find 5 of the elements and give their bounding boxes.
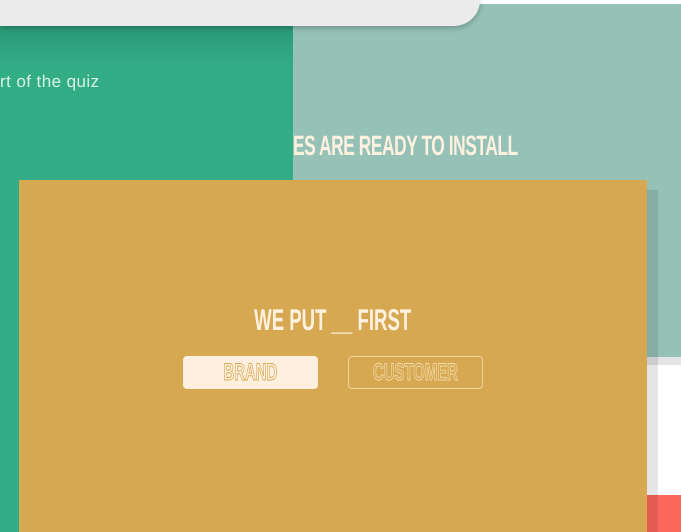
- quiz-subtitle: rt of the quiz: [0, 71, 100, 93]
- install-heading: ES ARE READY TO INSTALL: [293, 132, 518, 160]
- answer-option-button[interactable]: CUSTOMER: [348, 356, 483, 389]
- answer-option-button[interactable]: BRAND: [183, 356, 318, 389]
- question-text: WE PUT __ FIRST: [254, 306, 412, 336]
